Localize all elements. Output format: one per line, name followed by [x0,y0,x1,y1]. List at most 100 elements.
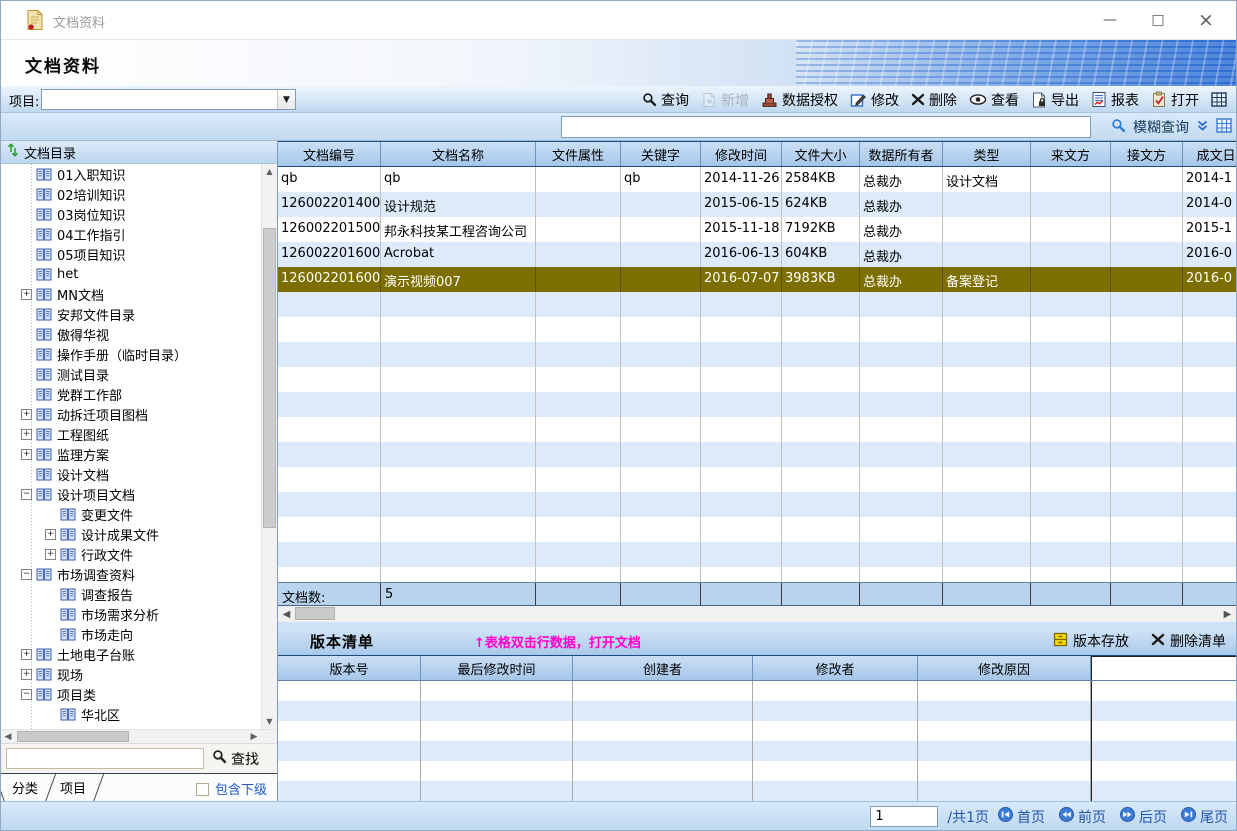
tree-item[interactable]: 市场需求分析 [1,604,261,624]
scroll-left-icon[interactable]: ◀ [1,730,15,743]
expand-plus-icon[interactable]: + [45,529,56,540]
table-row[interactable]: 12600220160000Acrobat2016-06-13604KB总裁办2… [278,242,1236,267]
tree-vertical-scrollbar[interactable]: ▲ ▼ [261,164,277,729]
report-button[interactable]: 报表 [1085,90,1145,110]
scroll-down-icon[interactable]: ▼ [262,714,277,729]
tree-item[interactable]: 05项目知识 [1,244,261,264]
tree-item[interactable]: 测试目录 [1,364,261,384]
scrollbar-thumb[interactable] [263,228,276,528]
doc-column-header[interactable]: 数据所有者 [860,142,943,166]
doc-column-header[interactable]: 成文日期 [1183,142,1236,166]
expand-plus-icon[interactable]: + [21,289,32,300]
next-page-button[interactable]: 后页 [1120,807,1167,827]
expand-plus-icon[interactable]: + [21,429,32,440]
tree-item[interactable]: 华北区 [1,704,261,724]
doc-column-header[interactable]: 文件属性 [536,142,621,166]
modify-button[interactable]: 修改 [844,90,905,110]
include-sublevel-checkbox[interactable] [196,783,209,796]
tree-item[interactable]: 01入职知识 [1,164,261,184]
double-chevron-down-icon[interactable] [1196,119,1209,136]
chevron-down-icon[interactable]: ▼ [277,90,295,109]
scrollbar-thumb[interactable] [17,731,129,742]
tree-horizontal-scrollbar[interactable]: ◀ ▶ [1,729,277,743]
doc-column-header[interactable]: 接文方 [1111,142,1183,166]
delete-button[interactable]: 删除 [905,90,963,110]
expand-plus-icon[interactable]: + [21,409,32,420]
scroll-right-icon[interactable]: ▶ [247,730,261,743]
fuzzy-search-input[interactable] [561,116,1091,138]
minimize-button[interactable]: — [1086,1,1134,39]
version-store-button[interactable]: 版本存放 [1053,631,1129,651]
expand-plus-icon[interactable]: + [45,549,56,560]
scroll-up-icon[interactable]: ▲ [262,164,277,179]
last-page-button[interactable]: 尾页 [1181,807,1228,827]
search-icon[interactable] [1111,118,1126,137]
refresh-icon[interactable] [7,143,19,161]
doc-column-header[interactable]: 修改时间 [701,142,782,166]
tree-item[interactable]: +设计成果文件 [1,524,261,544]
scroll-right-icon[interactable]: ▶ [1220,607,1235,621]
data-authorize-button[interactable]: 数据授权 [755,90,844,110]
doc-column-header[interactable]: 关键字 [621,142,701,166]
tree-item[interactable]: 傲得华视 [1,324,261,344]
tree-item[interactable]: 设计文档 [1,464,261,484]
tree-find-input[interactable] [6,748,204,769]
grid-view-button[interactable] [1205,92,1233,107]
project-select[interactable]: ▼ [41,89,296,110]
tree-item[interactable]: 党群工作部 [1,384,261,404]
table-row[interactable]: qbqbqb2014-11-262584KB总裁办设计文档2014-1 [278,167,1236,192]
doc-horizontal-scrollbar[interactable]: ◀ ▶ [278,606,1236,622]
tree-item[interactable]: −设计项目文档 [1,484,261,504]
tree-item[interactable]: 03岗位知识 [1,204,261,224]
delete-list-button[interactable]: 删除清单 [1151,631,1226,651]
doc-column-header[interactable]: 文档名称 [381,142,536,166]
version-column-header[interactable]: 创建者 [573,656,753,680]
expand-plus-icon[interactable]: + [21,669,32,680]
expand-plus-icon[interactable]: + [21,649,32,660]
tree-item[interactable]: +MN文档 [1,284,261,304]
tree-item[interactable]: 安邦文件目录 [1,304,261,324]
prev-page-button[interactable]: 前页 [1059,807,1106,827]
tree-item[interactable]: 操作手册（临时目录） [1,344,261,364]
tree-item[interactable]: +监理方案 [1,444,261,464]
doc-column-header[interactable]: 来文方 [1031,142,1111,166]
collapse-minus-icon[interactable]: − [21,569,32,580]
table-row[interactable]: 12600220150000邦永科技某工程咨询公司2015-11-187192K… [278,217,1236,242]
view-button[interactable]: 查看 [963,90,1025,110]
doc-column-header[interactable]: 文件大小 [782,142,860,166]
tree-item[interactable]: −项目类 [1,684,261,704]
tab-category[interactable]: 分类 [1,774,49,802]
tree-item[interactable]: 04工作指引 [1,224,261,244]
tree-item[interactable]: +行政文件 [1,544,261,564]
tree-item[interactable]: +土地电子台账 [1,644,261,664]
version-column-header[interactable]: 修改者 [753,656,918,680]
expand-plus-icon[interactable]: + [21,449,32,460]
doc-column-header[interactable]: 文档编号 [278,142,381,166]
version-column-header[interactable] [1091,656,1236,680]
tree-item[interactable]: 调查报告 [1,584,261,604]
tab-project[interactable]: 项目 [49,774,97,802]
tree-item[interactable]: 02培训知识 [1,184,261,204]
collapse-minus-icon[interactable]: − [21,689,32,700]
open-button[interactable]: 打开 [1145,90,1205,110]
tree-item[interactable]: 市场走向 [1,624,261,644]
tree-item[interactable]: −市场调查资料 [1,564,261,584]
scrollbar-thumb[interactable] [295,607,335,620]
table-row[interactable]: 12600220160000演示视频0072016-07-073983KB总裁办… [278,267,1236,292]
version-column-header[interactable]: 修改原因 [918,656,1091,680]
find-button[interactable]: 查找 [212,749,259,769]
export-button[interactable]: 导出 [1025,90,1085,110]
first-page-button[interactable]: 首页 [998,807,1045,827]
query-button[interactable]: 查询 [636,90,695,110]
close-button[interactable]: × [1182,1,1230,39]
tree-item[interactable]: +现场 [1,664,261,684]
version-column-header[interactable]: 版本号 [278,656,421,680]
tree-item[interactable]: 变更文件 [1,504,261,524]
page-number-input[interactable] [870,806,938,827]
doc-column-header[interactable]: 类型 [943,142,1031,166]
table-row[interactable]: 12600220140000设计规范2015-06-15624KB总裁办2014… [278,192,1236,217]
collapse-minus-icon[interactable]: − [21,489,32,500]
maximize-button[interactable]: □ [1134,1,1182,39]
tree-item[interactable]: +工程图纸 [1,424,261,444]
version-column-header[interactable]: 最后修改时间 [421,656,573,680]
